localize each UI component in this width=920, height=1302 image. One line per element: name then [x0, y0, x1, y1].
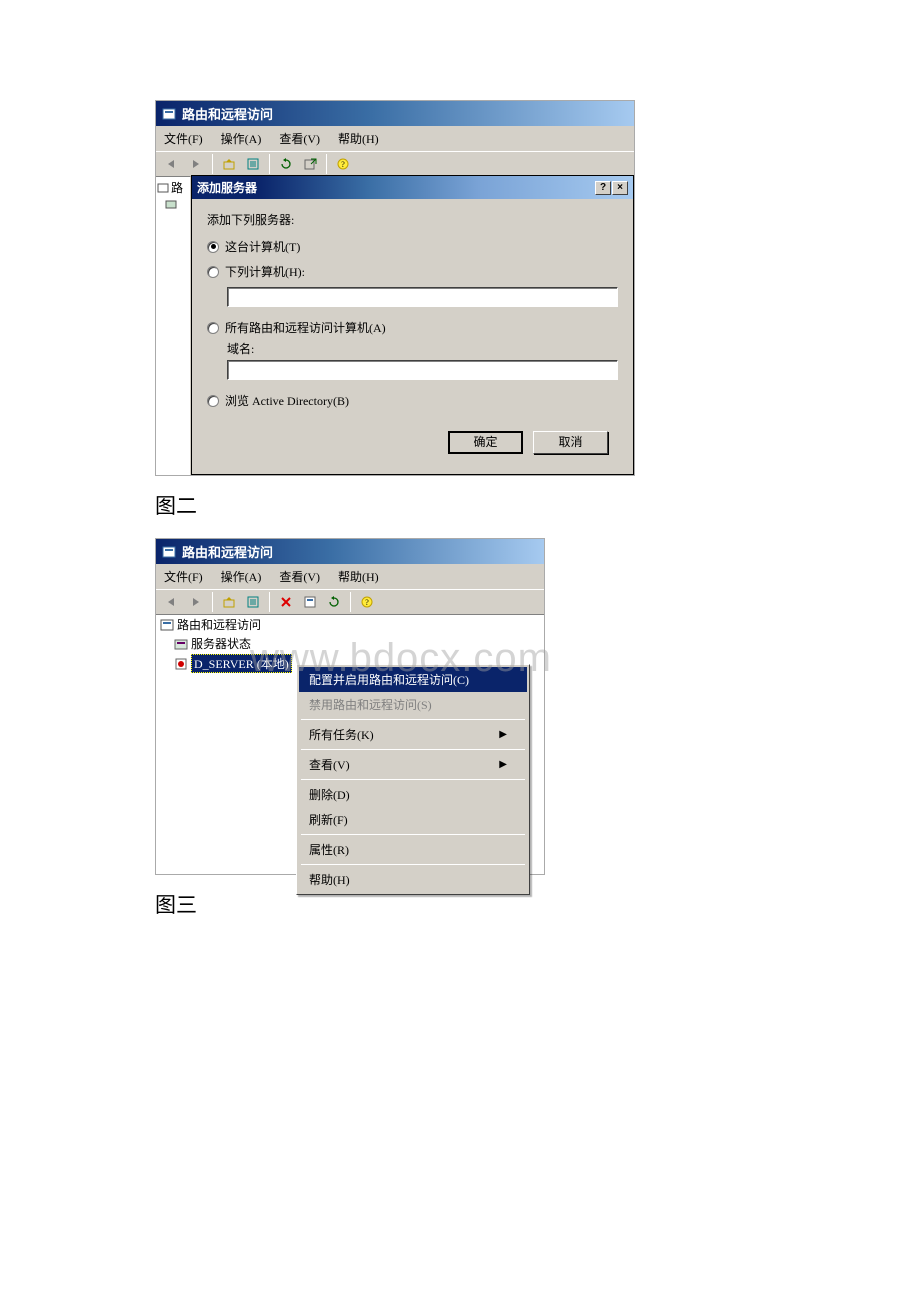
back-icon[interactable] [161, 154, 183, 174]
ctx-separator [301, 779, 525, 780]
context-menu: 配置并启用路由和远程访问(C) 禁用路由和远程访问(S) 所有任务(K)▶ 查看… [296, 664, 530, 895]
server-icon [174, 657, 188, 671]
tree-pane: 路 [156, 176, 191, 475]
ctx-separator [301, 864, 525, 865]
menu-help[interactable]: 帮助(H) [338, 130, 379, 147]
tree-root-text: 路 [171, 179, 183, 196]
radio-all-rras[interactable] [207, 322, 219, 334]
up-icon[interactable] [218, 592, 240, 612]
radio-this-label: 这台计算机(T) [225, 238, 300, 255]
main-title-2: 路由和远程访问 [182, 542, 273, 561]
refresh-icon[interactable] [323, 592, 345, 612]
console-root-icon [160, 618, 174, 632]
menu-action[interactable]: 操作(A) [221, 130, 262, 147]
console-root-icon [157, 182, 169, 194]
content-area: 路 添加服务器 ? × 添加下列服务器: 这台计算机(T) [156, 176, 634, 475]
ok-button[interactable]: 确定 [448, 431, 523, 454]
svg-text:?: ? [341, 160, 345, 169]
properties-icon[interactable] [299, 592, 321, 612]
menu-view[interactable]: 查看(V) [279, 568, 320, 585]
radio-this-computer[interactable] [207, 241, 219, 253]
help-icon[interactable]: ? [332, 154, 354, 174]
server-status-icon [165, 198, 177, 210]
list-icon[interactable] [242, 592, 264, 612]
submenu-arrow-icon: ▶ [499, 729, 507, 740]
dialog-prompt: 添加下列服务器: [207, 211, 618, 234]
ctx-configure[interactable]: 配置并启用路由和远程访问(C) [299, 667, 527, 692]
main-title: 路由和远程访问 [182, 104, 273, 123]
radio-browse-ad[interactable] [207, 395, 219, 407]
up-icon[interactable] [218, 154, 240, 174]
svg-text:?: ? [365, 598, 369, 607]
dialog-close-button[interactable]: × [612, 181, 628, 195]
tree-server-node[interactable]: D_SERVER (本地) [191, 654, 292, 673]
toolbar: ? [156, 151, 634, 176]
screenshot-2: 路由和远程访问 文件(F) 操作(A) 查看(V) 帮助(H) ? 路由和远程访… [155, 538, 545, 875]
ctx-separator [301, 719, 525, 720]
screenshot-1: 路由和远程访问 文件(F) 操作(A) 查看(V) 帮助(H) ? 路 [155, 100, 635, 476]
server-status-icon [174, 637, 188, 651]
add-server-dialog: 添加服务器 ? × 添加下列服务器: 这台计算机(T) 下列计算机(H): [191, 175, 634, 475]
app-icon [162, 545, 176, 559]
app-icon [162, 107, 176, 121]
domain-label: 域名: [207, 340, 618, 357]
radio-following-computer[interactable] [207, 266, 219, 278]
menu-action[interactable]: 操作(A) [221, 568, 262, 585]
dialog-titlebar: 添加服务器 ? × [192, 176, 633, 199]
menu-file[interactable]: 文件(F) [164, 568, 203, 585]
tree-body: 路由和远程访问 服务器状态 D_SERVER (本地) 配置并启用路由和远程访问… [156, 614, 544, 874]
computer-name-input[interactable] [227, 287, 618, 307]
ctx-delete[interactable]: 删除(D) [299, 782, 527, 807]
cancel-button[interactable]: 取消 [533, 431, 608, 454]
radio-browse-label: 浏览 Active Directory(B) [225, 392, 349, 409]
ctx-view[interactable]: 查看(V)▶ [299, 752, 527, 777]
back-icon[interactable] [161, 592, 183, 612]
menubar-2: 文件(F) 操作(A) 查看(V) 帮助(H) [156, 564, 544, 589]
submenu-arrow-icon: ▶ [499, 759, 507, 770]
ctx-help[interactable]: 帮助(H) [299, 867, 527, 892]
ctx-properties[interactable]: 属性(R) [299, 837, 527, 862]
export-icon[interactable] [299, 154, 321, 174]
menu-file[interactable]: 文件(F) [164, 130, 203, 147]
refresh-icon[interactable] [275, 154, 297, 174]
menubar: 文件(F) 操作(A) 查看(V) 帮助(H) [156, 126, 634, 151]
dialog-title-text: 添加服务器 [197, 179, 257, 196]
radio-following-label: 下列计算机(H): [225, 263, 305, 280]
menu-view[interactable]: 查看(V) [279, 130, 320, 147]
tree-root[interactable]: 路由和远程访问 [177, 616, 261, 633]
ctx-refresh[interactable]: 刷新(F) [299, 807, 527, 832]
main-titlebar-2: 路由和远程访问 [156, 539, 544, 564]
menu-help[interactable]: 帮助(H) [338, 568, 379, 585]
caption-figure-2: 图二 [155, 490, 770, 520]
domain-input[interactable] [227, 360, 618, 380]
toolbar-2: ? [156, 589, 544, 614]
forward-icon[interactable] [185, 154, 207, 174]
delete-icon[interactable] [275, 592, 297, 612]
radio-all-label: 所有路由和远程访问计算机(A) [225, 319, 386, 336]
help-icon[interactable]: ? [356, 592, 378, 612]
forward-icon[interactable] [185, 592, 207, 612]
ctx-separator [301, 749, 525, 750]
dialog-help-button[interactable]: ? [595, 181, 611, 195]
ctx-separator [301, 834, 525, 835]
tree-server-status[interactable]: 服务器状态 [191, 635, 251, 652]
main-titlebar: 路由和远程访问 [156, 101, 634, 126]
ctx-alltasks[interactable]: 所有任务(K)▶ [299, 722, 527, 747]
list-icon[interactable] [242, 154, 264, 174]
ctx-disable: 禁用路由和远程访问(S) [299, 692, 527, 717]
